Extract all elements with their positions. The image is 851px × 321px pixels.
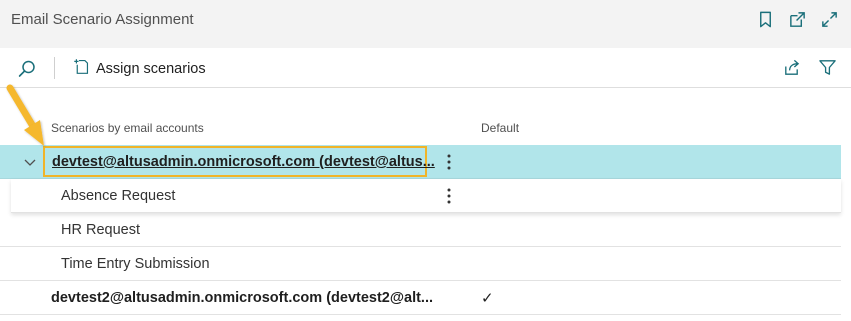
default-check-mark: ✓ <box>481 290 494 307</box>
expand-icon[interactable] <box>820 10 839 29</box>
table-row-account[interactable]: devtest@altusadmin.onmicrosoft.com (devt… <box>0 145 841 179</box>
title-actions <box>756 10 839 29</box>
page-title: Email Scenario Assignment <box>11 11 194 28</box>
title-bar: Email Scenario Assignment <box>0 0 851 48</box>
toolbar-right <box>782 58 837 77</box>
account-label[interactable]: devtest2@altusadmin.onmicrosoft.com (dev… <box>51 290 433 306</box>
bookmark-icon[interactable] <box>756 10 775 29</box>
toolbar-divider <box>54 57 55 79</box>
column-header-default[interactable]: Default <box>481 121 519 135</box>
chevron-down-icon[interactable] <box>22 154 38 170</box>
pointer-arrow-icon <box>6 84 44 146</box>
scenario-label: HR Request <box>61 222 140 238</box>
more-options-icon[interactable] <box>441 153 457 171</box>
column-headers: Scenarios by email accounts Default <box>0 121 851 139</box>
assign-scenarios-label: Assign scenarios <box>96 60 206 77</box>
table-row-scenario[interactable]: HR Request <box>0 213 841 247</box>
scenario-label: Absence Request <box>61 188 176 204</box>
account-link[interactable]: devtest@altusadmin.onmicrosoft.com (devt… <box>52 154 435 170</box>
table-row-account[interactable]: devtest2@altusadmin.onmicrosoft.com (dev… <box>0 281 841 315</box>
scenario-label: Time Entry Submission <box>61 256 210 272</box>
open-new-window-icon[interactable] <box>788 10 807 29</box>
new-document-icon <box>73 58 90 79</box>
search-icon[interactable] <box>17 59 37 79</box>
column-header-scenarios[interactable]: Scenarios by email accounts <box>51 121 204 135</box>
action-bar: Assign scenarios <box>0 48 851 88</box>
share-icon[interactable] <box>782 58 801 77</box>
assign-scenarios-button[interactable]: Assign scenarios <box>73 58 206 79</box>
table-row-scenario[interactable]: Absence Request <box>11 179 841 213</box>
filter-icon[interactable] <box>818 58 837 77</box>
table-row-scenario[interactable]: Time Entry Submission <box>0 247 841 281</box>
content-area: Assign scenarios Scenarios by email acco… <box>0 48 851 321</box>
more-options-icon[interactable] <box>441 187 457 205</box>
